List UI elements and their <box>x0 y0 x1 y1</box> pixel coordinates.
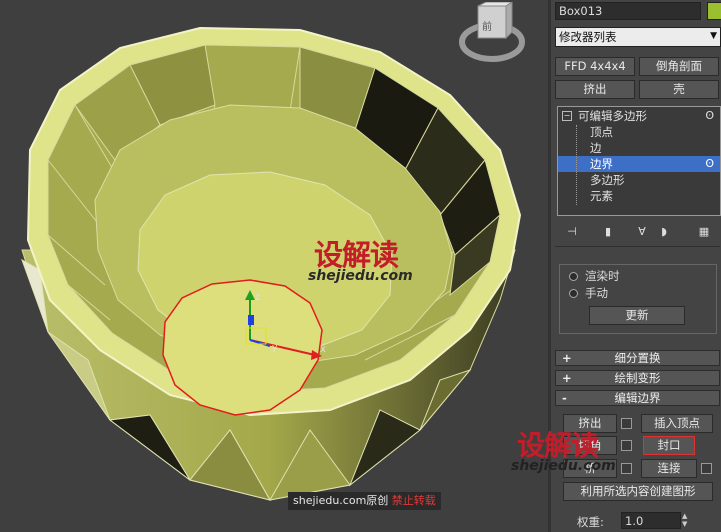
watermark-center-url: shejiedu.com <box>308 268 413 284</box>
panel-divider <box>555 246 720 247</box>
rollout-edit-borders[interactable]: - 编辑边界 <box>555 390 720 406</box>
update-button[interactable]: 更新 <box>589 306 685 325</box>
perspective-viewport[interactable]: z x y 前 设解读 shejiedu.com shejiedu.com原创 … <box>0 0 548 532</box>
show-end-result-icon[interactable]: ▮ <box>599 224 617 240</box>
stack-item-label: 多边形 <box>590 173 625 187</box>
watermark-footer-site: shejiedu.com <box>293 494 367 507</box>
watermark-footer: shejiedu.com原创 禁止转载 <box>288 492 441 510</box>
chamfer-settings-button[interactable] <box>621 440 632 451</box>
object-color-swatch[interactable] <box>707 2 721 20</box>
connect-settings-button[interactable] <box>701 463 712 474</box>
extrude-settings-button[interactable] <box>621 418 632 429</box>
create-shape-button[interactable]: 利用所选内容创建图形 <box>563 482 713 501</box>
stack-item-vertex[interactable]: 顶点 <box>558 124 720 140</box>
modifier-list-label: 修改器列表 <box>559 30 617 44</box>
bridge-settings-button[interactable] <box>621 463 632 474</box>
viewcube-front-label: 前 <box>482 22 492 33</box>
lightbulb-icon[interactable]: ʘ <box>705 108 714 124</box>
rollout-title: 绘制变形 <box>614 371 661 385</box>
command-panel: Box013 修改器列表 ▼ FFD 4x4x4 倒角剖面 挤出 壳 − 可编辑… <box>511 0 721 532</box>
rollout-title: 编辑边界 <box>614 391 661 405</box>
cap-button[interactable]: 封口 <box>643 436 695 455</box>
stack-tree-line <box>576 125 578 205</box>
bowl-mesh: z x y <box>21 26 522 501</box>
stack-item-label: 边界 <box>590 157 613 171</box>
shell-modifier-button[interactable]: 壳 <box>639 80 719 99</box>
weight-spinner[interactable]: 1.0 <box>621 512 681 529</box>
watermark-right-url: shejiedu.com <box>511 458 616 474</box>
on-render-radio[interactable] <box>569 272 578 281</box>
chevron-down-icon: ▼ <box>710 31 717 41</box>
make-unique-icon[interactable]: ∀ <box>633 224 651 240</box>
object-name-input[interactable]: Box013 <box>555 2 701 20</box>
ffd-4x4x4-button[interactable]: FFD 4x4x4 <box>555 57 635 76</box>
spinner-arrows-icon[interactable]: ▲ ▼ <box>682 512 692 529</box>
lightbulb-icon[interactable]: ʘ <box>705 156 714 172</box>
weight-label: 权重: <box>577 515 604 529</box>
remove-modifier-icon[interactable]: ◗ <box>655 224 673 240</box>
manual-radio[interactable] <box>569 289 578 298</box>
stack-root-editable-poly[interactable]: − 可编辑多边形 ʘ <box>558 108 720 124</box>
stack-item-label: 元素 <box>590 189 613 203</box>
stack-item-border[interactable]: 边界 ʘ <box>558 156 720 172</box>
stack-item-label: 顶点 <box>590 125 613 139</box>
viewcube[interactable]: 前 <box>456 2 528 70</box>
insert-vertex-button[interactable]: 插入顶点 <box>641 414 713 433</box>
manual-label: 手动 <box>585 286 608 300</box>
stack-root-label: 可编辑多边形 <box>578 109 647 123</box>
collapse-minus-icon: - <box>562 391 567 405</box>
watermark-footer-notice: 禁止转载 <box>391 494 436 507</box>
rollout-subdivision-displacement[interactable]: + 细分置换 <box>555 350 720 366</box>
modifier-list-dropdown[interactable]: 修改器列表 ▼ <box>555 27 721 47</box>
pin-stack-icon[interactable]: ⊣ <box>563 224 581 240</box>
configure-sets-icon[interactable]: ▦ <box>695 224 713 240</box>
collapse-minus-icon[interactable]: − <box>562 111 572 121</box>
gizmo-x-label: x <box>320 344 326 355</box>
gizmo-y-label: y <box>272 343 278 353</box>
bevel-profile-button[interactable]: 倒角剖面 <box>639 57 719 76</box>
expand-plus-icon: + <box>562 351 572 365</box>
on-render-label: 渲染时 <box>585 269 620 283</box>
stack-item-element[interactable]: 元素 <box>558 188 720 204</box>
rollout-paint-deformation[interactable]: + 绘制变形 <box>555 370 720 386</box>
gizmo-z-label: z <box>255 292 260 303</box>
modifier-stack[interactable]: − 可编辑多边形 ʘ 顶点 边 边界 ʘ 多边形 元素 <box>557 106 721 216</box>
stack-item-label: 边 <box>590 141 602 155</box>
extrude-modifier-button[interactable]: 挤出 <box>555 80 635 99</box>
stack-item-polygon[interactable]: 多边形 <box>558 172 720 188</box>
stack-item-edge[interactable]: 边 <box>558 140 720 156</box>
rollout-title: 细分置换 <box>614 351 661 365</box>
expand-plus-icon: + <box>562 371 572 385</box>
watermark-footer-original: 原创 <box>366 494 389 507</box>
connect-button[interactable]: 连接 <box>641 459 697 478</box>
